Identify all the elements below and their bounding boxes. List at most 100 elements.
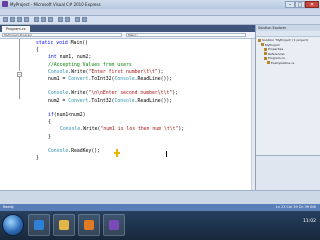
code-token: int <box>48 55 60 61</box>
save-all-icon[interactable] <box>24 17 29 22</box>
code-token: { <box>48 120 51 126</box>
code-token: Console <box>114 98 135 104</box>
code-token: .Write( <box>68 91 89 97</box>
code-line: } <box>48 134 51 141</box>
code-token: Console <box>48 149 69 154</box>
visual-studio-icon <box>2 1 8 7</box>
taskbar-app-button[interactable] <box>28 214 50 236</box>
code-token: Main() <box>70 41 88 46</box>
code-token: .Write( <box>80 127 101 133</box>
code-token: Console <box>114 77 135 82</box>
start-debugging-icon[interactable] <box>75 17 80 22</box>
media-player-icon <box>84 220 94 230</box>
mouse-cursor-icon <box>114 149 120 157</box>
visual-studio-window: MyProject - Microsoft Visual C# 2010 Exp… <box>0 0 320 240</box>
solution-explorer-toolbar <box>256 31 320 37</box>
new-project-icon[interactable] <box>3 17 8 22</box>
taskbar-app-button[interactable] <box>103 214 125 236</box>
output-panel <box>0 190 320 205</box>
redo-icon[interactable] <box>65 17 70 22</box>
cut-icon[interactable] <box>34 17 39 22</box>
ie-icon <box>34 220 44 230</box>
code-token: num1 = <box>48 77 69 82</box>
status-bar: Ready Ln 23 Col 39 Ch 39 INS <box>0 204 320 211</box>
code-token: } <box>36 156 39 162</box>
taskbar-app-button[interactable] <box>78 214 100 236</box>
window-controls: – □ ✕ <box>285 1 319 8</box>
outline-guide <box>19 39 20 71</box>
code-token: "num1 is los then num \t\t" <box>100 127 179 133</box>
code-token: ); <box>178 127 185 133</box>
visual-studio-icon <box>109 220 119 230</box>
taskbar-app-button[interactable] <box>53 214 75 236</box>
code-line: Console.Write("num1 is los then num \t\t… <box>60 126 184 133</box>
taskbar: 11:02 <box>0 211 320 240</box>
start-button[interactable] <box>2 214 24 236</box>
code-line: Console.ReadKey(); <box>48 148 100 155</box>
save-icon[interactable] <box>17 17 22 22</box>
code-line: if(num1<num2) <box>48 112 86 119</box>
type-dropdown[interactable]: MyProject.Program <box>2 33 122 37</box>
standard-toolbar <box>0 16 320 25</box>
code-line: //Accepting Values from users <box>48 62 132 69</box>
code-editor[interactable]: − static void Main(){int num1, num2;//Ac… <box>0 39 255 190</box>
undo-icon[interactable] <box>58 17 63 22</box>
code-token: ); <box>157 69 164 75</box>
title-bar: MyProject - Microsoft Visual C# 2010 Exp… <box>0 0 320 9</box>
code-line: } <box>36 155 39 162</box>
code-token: Console <box>48 91 69 97</box>
code-line: { <box>48 119 51 126</box>
solution-explorer-panel: Solution Explorer Solution 'MyProject' (… <box>255 25 320 191</box>
code-token: //Accepting Values from users <box>48 62 132 68</box>
code-token: Console <box>48 69 69 75</box>
minimize-button[interactable]: – <box>285 1 295 8</box>
solution-tree-item[interactable]: MyProject <box>261 43 280 47</box>
solution-tree-item[interactable]: Properties <box>264 47 283 51</box>
document-tab-strip: Program.cs <box>0 25 255 32</box>
code-token: "Enter first number\t\t" <box>88 69 158 75</box>
code-line: Console.Write("\n\nEnter second number\t… <box>48 90 178 97</box>
code-token: "\n\nEnter second number\t\t" <box>88 91 173 97</box>
code-token: .ReadKey(); <box>68 149 100 154</box>
copy-icon[interactable] <box>41 17 46 22</box>
window-title: MyProject - Microsoft Visual C# 2010 Exp… <box>10 2 101 7</box>
code-line: { <box>36 47 39 54</box>
code-token: Convert <box>68 98 89 104</box>
code-token: .ToInt32( <box>88 98 115 104</box>
code-token: .Write( <box>68 69 89 75</box>
solution-tree-item[interactable]: Solution 'MyProject' (1 project) <box>258 38 308 42</box>
properties-panel <box>256 155 320 191</box>
open-file-icon[interactable] <box>10 17 15 22</box>
paste-icon[interactable] <box>48 17 53 22</box>
code-token: .ReadLine()); <box>134 98 173 104</box>
code-token: (num1<num2) <box>53 113 86 118</box>
clock: 11:02 <box>303 219 316 224</box>
status-position: Ln 23 Col 39 Ch 39 INS <box>275 205 316 209</box>
outline-guide <box>19 77 20 99</box>
find-icon[interactable] <box>82 17 87 22</box>
code-token: { <box>36 48 39 54</box>
code-token: static <box>36 41 57 46</box>
code-token: .ReadLine()); <box>134 77 173 82</box>
code-token: num1, num2; <box>59 55 92 61</box>
code-token: Console <box>60 127 81 133</box>
solution-tree-item[interactable]: Program.cs <box>264 56 285 60</box>
solution-tree-item[interactable]: ExampleOne.cs <box>267 61 294 65</box>
code-line: num2 = Convert.ToInt32(Console.ReadLine(… <box>48 98 172 105</box>
code-token: Convert <box>68 77 89 82</box>
code-line: static void Main() <box>36 40 88 47</box>
solution-tree-item[interactable]: References <box>264 52 285 56</box>
code-line: int num1, num2; <box>48 54 91 61</box>
member-dropdown[interactable]: Main() <box>126 33 246 37</box>
code-token: num2 = <box>48 98 69 104</box>
close-button[interactable]: ✕ <box>305 1 319 8</box>
code-token: ); <box>172 91 178 97</box>
editor-margin: − <box>0 39 22 190</box>
code-token: } <box>48 134 51 140</box>
code-line: num1 = Convert.ToInt32(Console.ReadLine(… <box>48 76 172 83</box>
navigation-bar: MyProject.Program Main() <box>0 32 255 39</box>
explorer-icon <box>59 220 69 230</box>
menu-bar: File Edit View Project Debug Data Tools … <box>0 9 320 25</box>
status-ready: Ready <box>3 205 14 209</box>
maximize-button[interactable]: □ <box>295 1 305 8</box>
